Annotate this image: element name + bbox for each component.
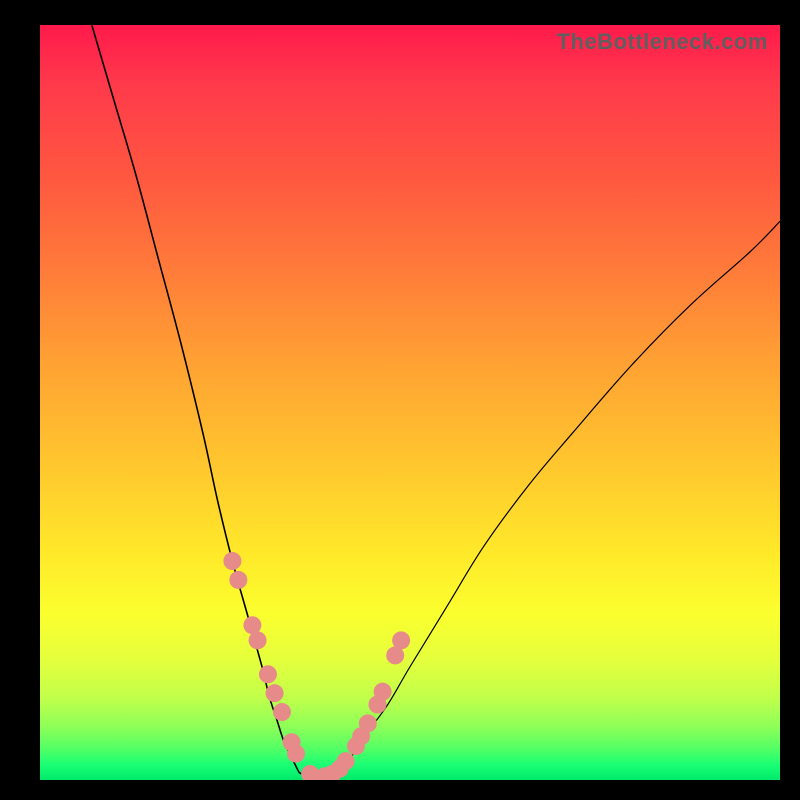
- highlight-dot: [249, 631, 267, 649]
- highlight-dots-group: [223, 552, 410, 780]
- highlight-dot: [359, 714, 377, 732]
- highlight-dot: [273, 703, 291, 721]
- highlight-dot: [223, 552, 241, 570]
- curve-layer: [40, 25, 780, 780]
- curve-left-branch: [92, 25, 299, 772]
- highlight-dot: [374, 683, 392, 701]
- plot-area: TheBottleneck.com: [40, 25, 780, 780]
- curve-right-branch: [336, 221, 780, 772]
- chart-frame: TheBottleneck.com: [0, 0, 800, 800]
- highlight-dot: [229, 571, 247, 589]
- highlight-dot: [392, 631, 410, 649]
- highlight-dot: [337, 752, 355, 770]
- highlight-dot: [259, 665, 277, 683]
- highlight-dot: [287, 745, 305, 763]
- highlight-dot: [266, 684, 284, 702]
